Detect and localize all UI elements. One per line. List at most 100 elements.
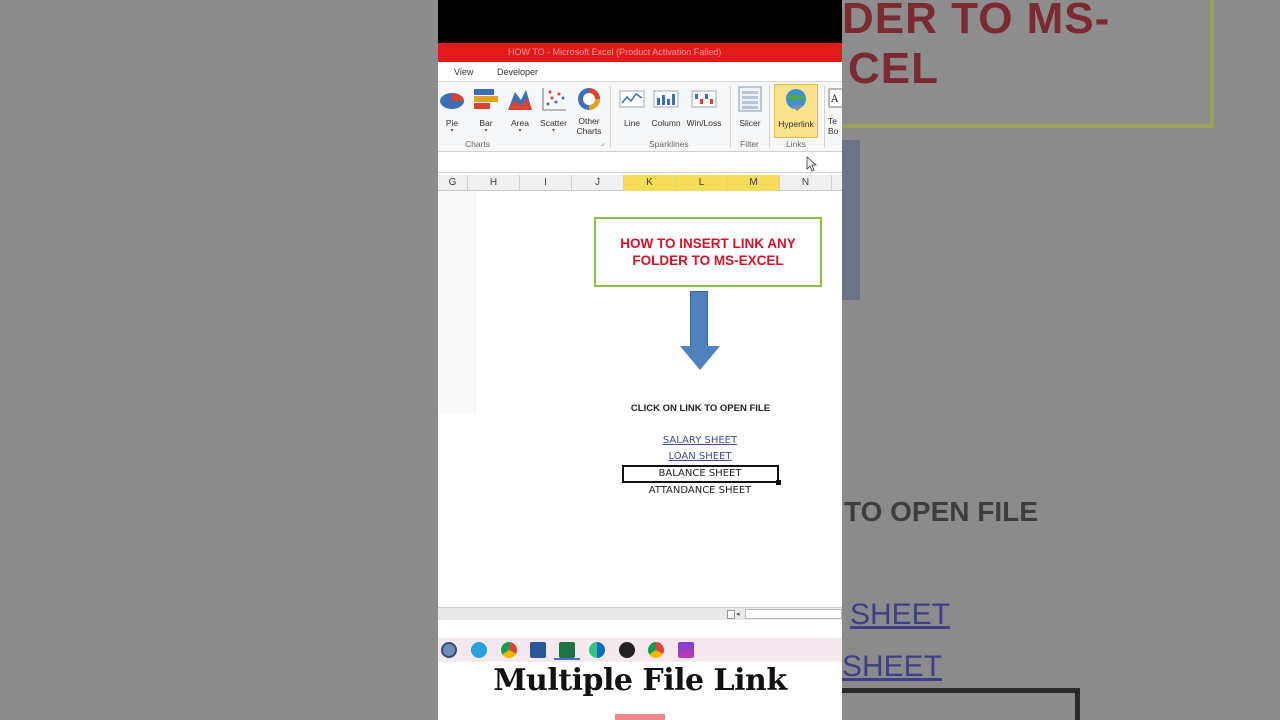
group-separator bbox=[824, 86, 825, 148]
chrome-icon[interactable] bbox=[501, 642, 517, 658]
caption-text: Multiple File Link bbox=[493, 663, 787, 698]
scroll-left-icon[interactable]: ◂ bbox=[736, 610, 744, 619]
line-label: Line bbox=[623, 118, 641, 128]
dialog-launcher-icon[interactable]: ⌟ bbox=[601, 139, 604, 147]
slicer-label: Slicer bbox=[739, 118, 761, 128]
excel-icon[interactable] bbox=[559, 642, 575, 658]
column-header[interactable]: I bbox=[520, 175, 572, 191]
video-editor-icon[interactable] bbox=[678, 642, 694, 658]
window-title: HOW TO - Microsoft Excel (Product Activa… bbox=[508, 47, 722, 57]
background-ghost-arrow bbox=[842, 140, 860, 300]
steam-icon[interactable] bbox=[441, 642, 457, 658]
bar-chart-icon bbox=[473, 86, 499, 112]
column-header[interactable]: G bbox=[438, 175, 468, 191]
windows-taskbar bbox=[438, 638, 842, 662]
scatter-chart-icon bbox=[541, 86, 567, 112]
word-icon[interactable] bbox=[530, 642, 546, 658]
video-caption: Multiple File Link bbox=[438, 662, 842, 702]
frozen-pane bbox=[438, 191, 476, 413]
column-header-selected[interactable]: L bbox=[676, 175, 728, 191]
bar-chart-button[interactable]: Bar ▾ bbox=[472, 84, 500, 138]
obs-icon[interactable] bbox=[619, 642, 635, 658]
column-header[interactable]: N bbox=[780, 175, 832, 191]
down-arrow-icon bbox=[690, 291, 708, 347]
menu-view[interactable]: View bbox=[454, 67, 473, 77]
horizontal-scrollbar[interactable]: ◂ bbox=[438, 607, 842, 620]
bar-label: Bar bbox=[479, 118, 493, 128]
background-right: DER TO MS- CEL TO OPEN FILE SHEET SHEET bbox=[842, 0, 1280, 720]
formula-bar[interactable] bbox=[438, 153, 842, 173]
sparkline-column-icon bbox=[653, 86, 679, 112]
group-label-filter: Filter bbox=[740, 139, 759, 149]
chevron-down-icon: ▾ bbox=[450, 128, 454, 134]
link-salary-sheet[interactable]: SALARY SHEET bbox=[615, 435, 785, 446]
column-header[interactable]: J bbox=[572, 175, 624, 191]
area-chart-icon bbox=[507, 86, 533, 112]
group-separator bbox=[730, 86, 731, 148]
background-ghost-title-1: DER TO MS- bbox=[842, 0, 1111, 43]
pie-label: Pie bbox=[445, 118, 459, 128]
text-box-button[interactable]: A Te Bo bbox=[828, 84, 842, 138]
instruction-text: CLICK ON LINK TO OPEN FILE bbox=[630, 403, 771, 414]
group-separator bbox=[769, 86, 770, 148]
background-ghost-link-2: SHEET bbox=[842, 650, 943, 683]
sparkline-winloss-icon bbox=[691, 86, 717, 112]
ribbon: Pie ▾ Bar ▾ Area ▾ Scatter ▾ Other Chart… bbox=[438, 82, 842, 152]
column-header[interactable]: H bbox=[468, 175, 520, 191]
group-separator bbox=[610, 86, 611, 148]
background-ghost-sheet bbox=[0, 0, 438, 720]
telegram-icon[interactable] bbox=[471, 642, 487, 658]
background-ghost-selection bbox=[842, 688, 1080, 720]
group-label-sparklines: Sparklines bbox=[649, 139, 689, 149]
hyperlink-button[interactable]: Hyperlink bbox=[774, 84, 818, 138]
sparkline-column-button[interactable]: Column bbox=[650, 84, 682, 138]
slicer-button[interactable]: Slicer bbox=[736, 84, 764, 138]
hyperlink-label: Hyperlink bbox=[778, 119, 814, 129]
chevron-down-icon: ▾ bbox=[484, 128, 488, 134]
link-attandance-sheet[interactable]: ATTANDANCE SHEET bbox=[615, 485, 785, 496]
chevron-down-icon: ▾ bbox=[518, 128, 522, 134]
edge-icon[interactable] bbox=[589, 642, 605, 658]
menu-developer[interactable]: Developer bbox=[497, 67, 538, 77]
excel-titlebar: HOW TO - Microsoft Excel (Product Activa… bbox=[438, 43, 842, 62]
mouse-cursor-icon bbox=[806, 156, 818, 172]
scatter-label: Scatter bbox=[540, 118, 567, 128]
link-loan-sheet[interactable]: LOAN SHEET bbox=[615, 451, 785, 462]
pie-chart-button[interactable]: Pie ▾ bbox=[438, 84, 466, 138]
column-header-selected[interactable]: K bbox=[624, 175, 676, 191]
scatter-chart-button[interactable]: Scatter ▾ bbox=[538, 84, 569, 138]
text-box-label: Te Bo bbox=[828, 116, 839, 136]
area-label: Area bbox=[511, 118, 529, 128]
sparkline-winloss-button[interactable]: Win/Loss bbox=[686, 84, 722, 138]
top-letterbox bbox=[438, 0, 842, 43]
svg-text:A: A bbox=[830, 94, 839, 105]
column-header-selected[interactable]: M bbox=[728, 175, 780, 191]
sparkline-line-icon bbox=[619, 86, 645, 112]
link-balance-sheet[interactable]: BALANCE SHEET bbox=[615, 468, 785, 479]
doughnut-chart-icon bbox=[576, 86, 602, 112]
other-charts-button[interactable]: Other Charts bbox=[572, 84, 606, 138]
other-charts-label: Other Charts bbox=[576, 116, 602, 136]
pie-chart-icon bbox=[439, 86, 465, 112]
menu-bar: View Developer bbox=[438, 62, 842, 82]
group-label-charts: Charts bbox=[465, 139, 491, 149]
chrome-profile-icon[interactable] bbox=[648, 642, 664, 658]
sheet-title: HOW TO INSERT LINK ANY FOLDER TO MS-EXCE… bbox=[620, 236, 796, 268]
sheet-title-box[interactable]: HOW TO INSERT LINK ANY FOLDER TO MS-EXCE… bbox=[594, 217, 822, 287]
winloss-label: Win/Loss bbox=[686, 118, 722, 128]
background-ghost-link-1: SHEET bbox=[850, 598, 951, 631]
video-frame: HOW TO - Microsoft Excel (Product Activa… bbox=[438, 0, 842, 720]
down-arrow-head bbox=[680, 346, 720, 370]
column-headers: G H I J K L M N bbox=[438, 175, 842, 191]
background-ghost-instruction: TO OPEN FILE bbox=[844, 496, 1038, 527]
sparkline-line-button[interactable]: Line bbox=[618, 84, 646, 138]
area-chart-button[interactable]: Area ▾ bbox=[505, 84, 535, 138]
chevron-down-icon: ▾ bbox=[551, 128, 555, 134]
background-ghost-title-2: CEL bbox=[848, 44, 939, 93]
scrollbar-thumb[interactable] bbox=[745, 609, 842, 619]
scroll-split-handle[interactable] bbox=[727, 610, 735, 619]
active-app-indicator bbox=[554, 658, 580, 660]
caption-underline bbox=[615, 714, 665, 720]
globe-link-icon bbox=[783, 87, 809, 113]
text-box-icon: A bbox=[828, 86, 842, 112]
